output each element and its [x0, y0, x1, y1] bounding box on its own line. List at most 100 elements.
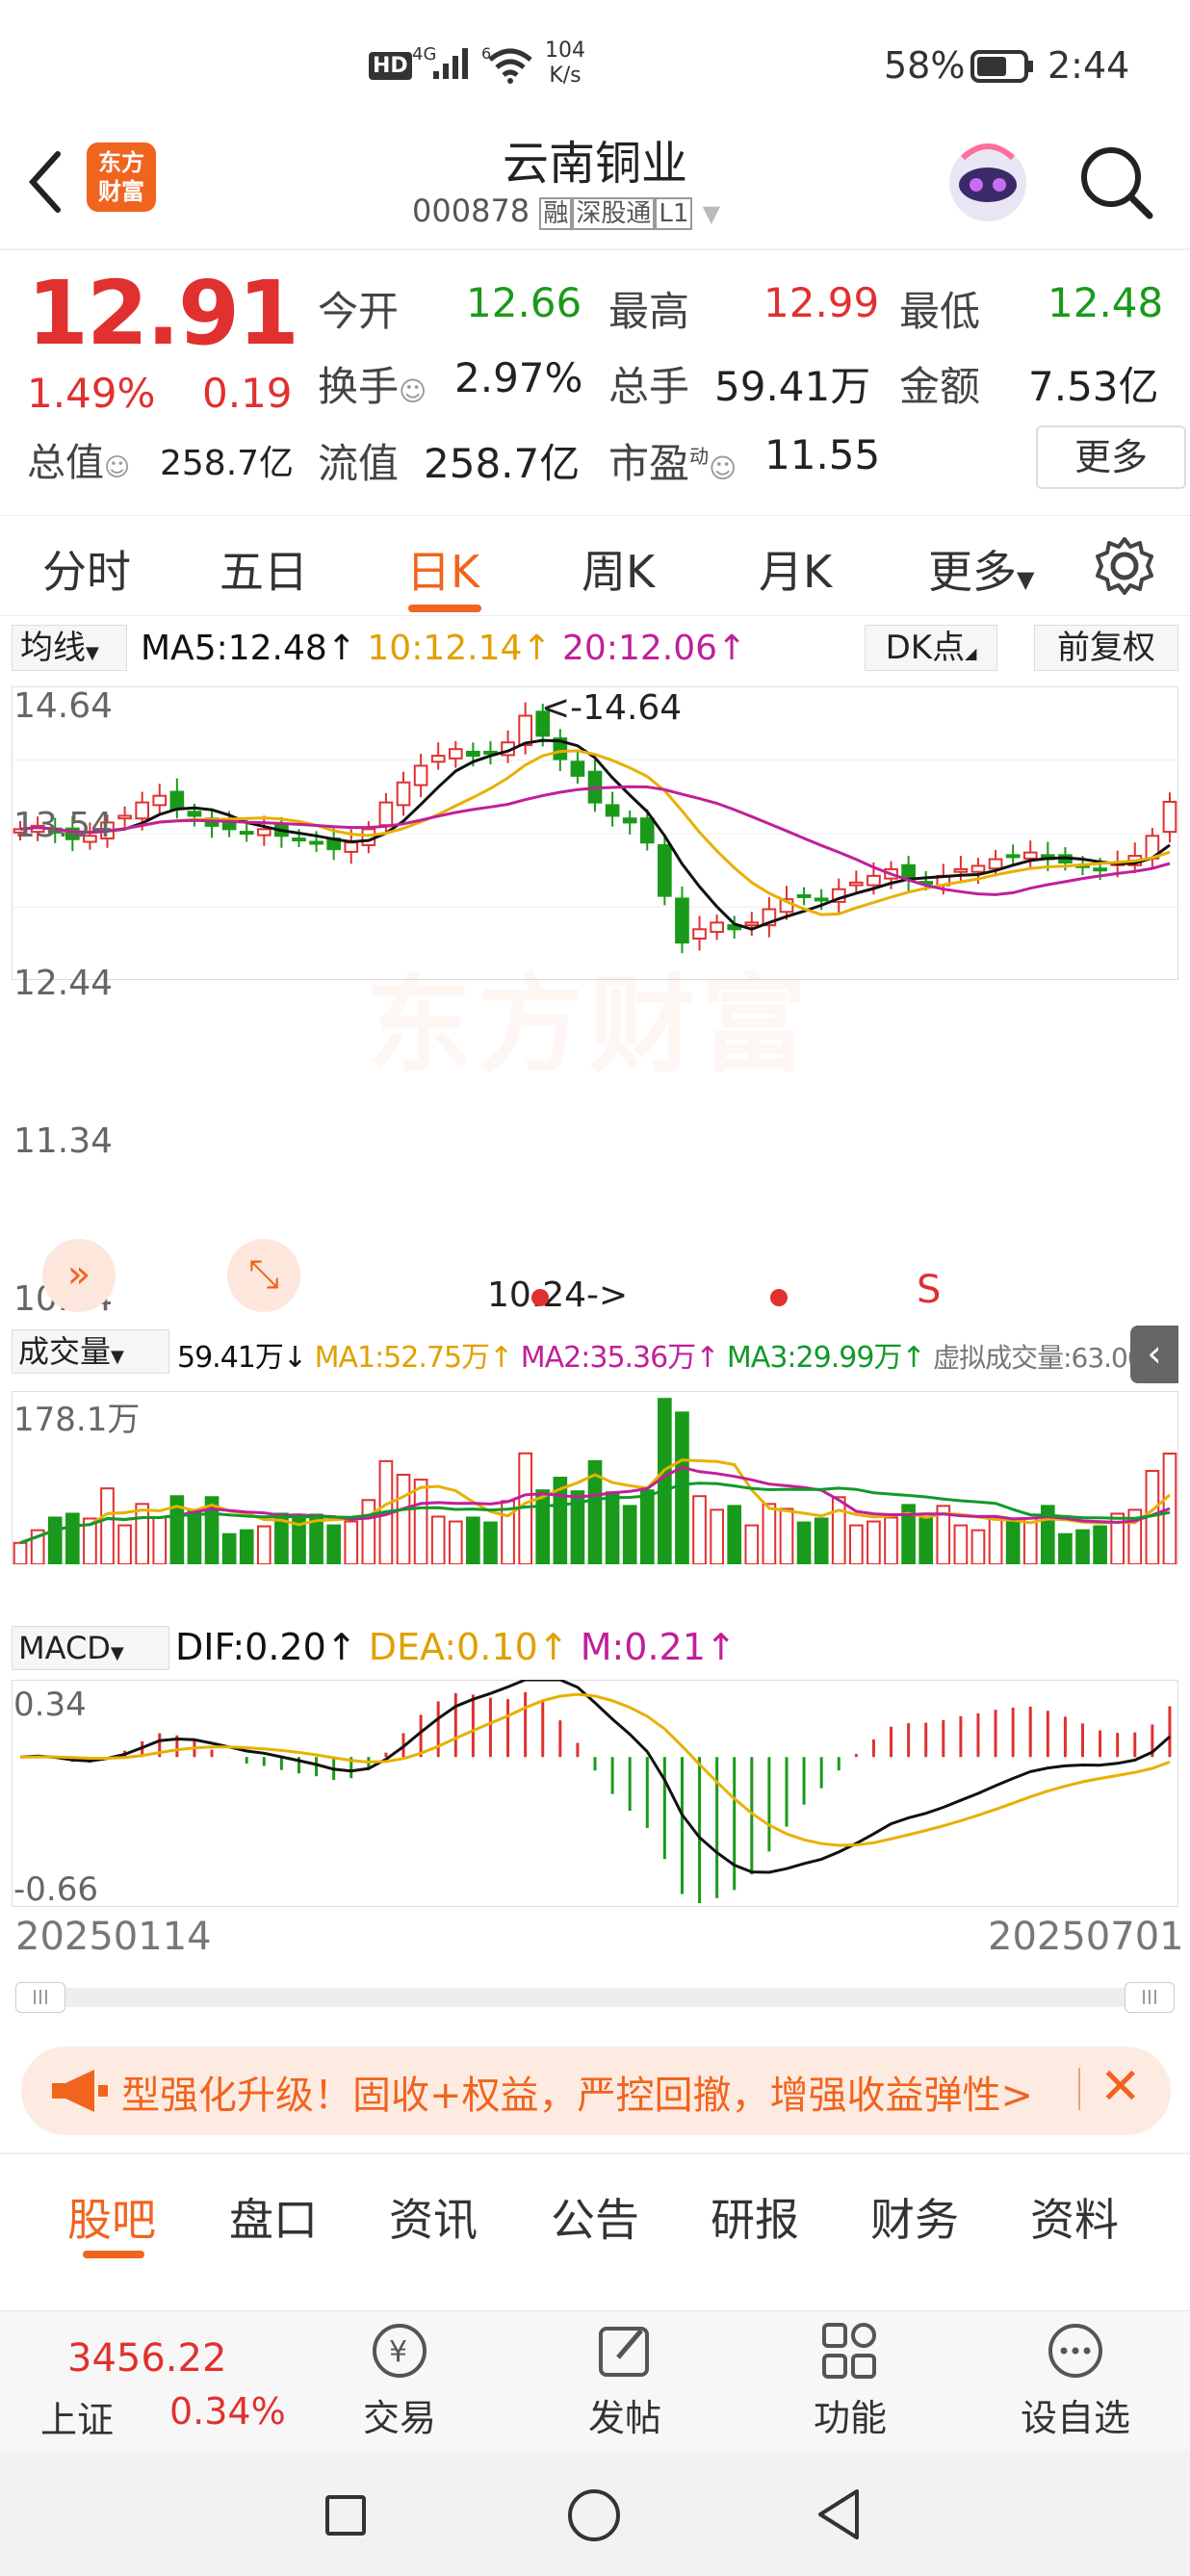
margin-tag: 融	[539, 197, 573, 230]
candle-body	[692, 928, 707, 940]
range-scrollbar[interactable]	[15, 1988, 1175, 2007]
info-icon[interactable]: ☺	[399, 375, 427, 407]
range-handle-left[interactable]: III	[15, 1982, 65, 2013]
more-button[interactable]: 更多	[1036, 425, 1186, 489]
macd-plot[interactable]	[12, 1680, 1178, 1907]
tab-guba[interactable]: 股吧	[67, 2185, 156, 2249]
volume-bar	[1022, 1517, 1038, 1564]
candle-body	[710, 921, 724, 934]
y-tick-3: 12.44	[13, 964, 114, 1003]
active-tab-indicator	[83, 2251, 144, 2258]
volume-bar	[13, 1541, 28, 1564]
divider	[1078, 2068, 1080, 2110]
candle-body	[518, 714, 532, 746]
fullscreen-icon[interactable]: ⤡	[227, 1239, 300, 1312]
tab-weekly-k[interactable]: 周K	[582, 537, 655, 601]
collapse-panel-icon[interactable]: ‹	[1130, 1326, 1178, 1383]
tab-pankou[interactable]: 盘口	[229, 2185, 318, 2249]
macd-select[interactable]: MACD▼	[12, 1626, 169, 1670]
net-speed: 104 K/s	[545, 39, 585, 88]
dk-point-button[interactable]: DK点◢	[865, 625, 997, 671]
tab-news[interactable]: 资讯	[389, 2185, 478, 2249]
index-name[interactable]: 上证	[40, 2390, 114, 2443]
close-icon[interactable]: ✕	[1099, 2058, 1142, 2116]
tab-five-day[interactable]: 五日	[220, 537, 308, 601]
tab-daily-k[interactable]: 日K	[406, 537, 479, 601]
volume-bar	[675, 1411, 689, 1564]
ma5-value: MA5:12.48↑	[141, 629, 356, 668]
stock-header: 东方 财富 云南铜业 000878 融深股通 L1 ▼	[0, 125, 1190, 250]
index-change[interactable]: 0.34%	[169, 2390, 286, 2433]
candle-body	[187, 811, 202, 817]
signal-dot[interactable]	[531, 1289, 549, 1306]
tab-more[interactable]: 更多▼	[928, 537, 1034, 601]
open-label: 今开	[318, 288, 400, 335]
volume-bar	[1005, 1521, 1021, 1564]
range-handle-right[interactable]: III	[1125, 1982, 1175, 2013]
tab-intraday[interactable]: 分时	[42, 537, 131, 601]
candle-body	[1093, 867, 1107, 872]
tab-research[interactable]: 研报	[711, 2185, 799, 2249]
volume-plot[interactable]	[12, 1391, 1178, 1564]
volume-bar	[970, 1529, 986, 1564]
amount-value: 7.53亿	[1028, 363, 1159, 410]
info-icon[interactable]: ☺	[709, 452, 737, 484]
level1-tag: L1	[655, 197, 693, 230]
volume-bar	[448, 1520, 463, 1564]
active-tab-indicator	[408, 605, 481, 612]
sell-signal[interactable]: S	[917, 1268, 941, 1312]
signal-dot[interactable]	[770, 1289, 788, 1306]
volume-max-label: 178.1万	[13, 1401, 141, 1439]
nav-functions[interactable]: 功能	[807, 2317, 893, 2441]
volume-bar	[326, 1524, 341, 1564]
kline-plot[interactable]	[12, 686, 1178, 980]
info-icon[interactable]: ☺	[104, 453, 130, 482]
robot-assistant-icon[interactable]	[944, 135, 1032, 227]
tab-announcements[interactable]: 公告	[551, 2185, 639, 2249]
y-tick-4: 11.34	[13, 1121, 114, 1161]
volume-bar	[658, 1398, 672, 1564]
macd-legend: DIF:0.20↑ DEA:0.10↑ M:0.21↑	[175, 1626, 737, 1668]
status-bar: HD 4G 6 104 K/s 58% 2:44	[0, 0, 1190, 125]
low-label: 最低	[899, 288, 981, 335]
back-nav-button[interactable]	[815, 2487, 863, 2541]
candle-body	[796, 893, 812, 898]
volume-bar	[796, 1521, 812, 1564]
nav-add-watchlist[interactable]: 设自选	[1013, 2317, 1138, 2441]
home-button[interactable]	[568, 2489, 620, 2541]
search-icon[interactable]	[1078, 144, 1155, 221]
recents-button[interactable]	[325, 2495, 366, 2536]
float-label: 流值	[318, 440, 400, 487]
index-value[interactable]: 3456.22	[67, 2336, 226, 2381]
stock-code-row: 000878 融深股通 L1 ▼	[412, 193, 720, 230]
promo-banner[interactable]: 型强化升级！固收+权益，严控回撤，增强收益弹性> ✕	[21, 2047, 1171, 2135]
tab-profile[interactable]: 资料	[1030, 2185, 1119, 2249]
turnover-value: 2.97%	[454, 354, 583, 401]
battery-icon	[970, 50, 1033, 83]
gear-icon[interactable]	[1094, 535, 1155, 597]
ma-select[interactable]: 均线▼	[12, 625, 127, 671]
volume-bar	[727, 1505, 742, 1564]
nav-post[interactable]: 发帖	[582, 2317, 668, 2441]
more-dots-icon	[1048, 2324, 1102, 2378]
caret-down-icon[interactable]: ▼	[703, 200, 720, 227]
candle-body	[622, 817, 637, 824]
volume-select[interactable]: 成交量▼	[12, 1329, 169, 1374]
megaphone-icon	[52, 2070, 108, 2112]
battery-percent: 58%	[884, 44, 966, 87]
volume-bar	[918, 1517, 934, 1564]
vol-ma2: MA2:35.36万↑	[520, 1341, 720, 1375]
wifi-icon	[488, 48, 532, 84]
nav-trade[interactable]: ¥ 交易	[356, 2317, 443, 2441]
volume-latest: 59.41万↓	[177, 1341, 307, 1375]
macd-top-label: 0.34	[13, 1686, 87, 1724]
volume-bar	[867, 1520, 881, 1564]
volume-bar	[187, 1508, 202, 1564]
expand-side-icon[interactable]: »	[42, 1239, 116, 1312]
plot-border	[12, 1680, 1178, 1907]
adjust-mode-button[interactable]: 前复权	[1034, 625, 1178, 671]
candle-body	[152, 794, 168, 807]
tab-finance[interactable]: 财务	[870, 2185, 959, 2249]
tab-monthly-k[interactable]: 月K	[759, 537, 832, 601]
macd-m: M:0.21↑	[580, 1626, 737, 1668]
